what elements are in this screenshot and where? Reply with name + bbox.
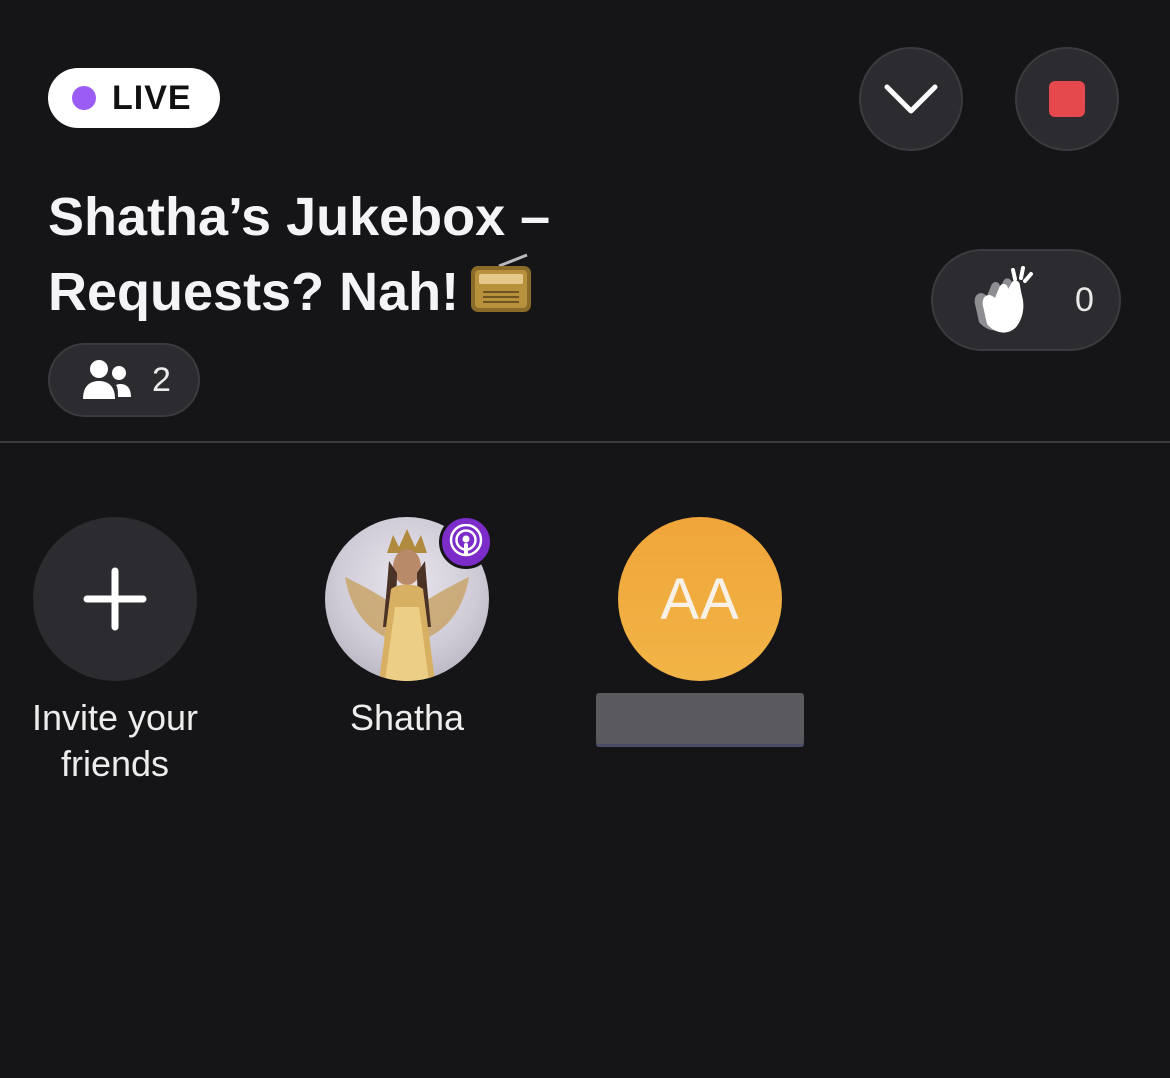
end-room-button[interactable] [1015,47,1119,151]
invite-button[interactable] [33,517,197,681]
listener-count: 2 [152,360,171,399]
plus-icon [83,567,147,631]
stop-icon [1049,81,1085,117]
live-indicator-dot [72,86,96,110]
live-room-screen: LIVE Shatha’s Jukebox – Requests? Nah! 0 [0,0,1170,1078]
room-title-line1: Shatha’s Jukebox – [48,187,551,247]
section-divider [0,441,1170,443]
collapse-button[interactable] [859,47,963,151]
live-label: LIVE [112,78,192,117]
chevron-down-icon [884,84,938,114]
radio-icon [471,253,532,312]
guest-initials: AA [660,566,740,632]
podcast-badge [439,515,493,569]
host-name: Shatha [349,697,465,738]
invite-label-line1: Invite your [31,697,199,738]
invite-label: Invite your friends [0,695,230,787]
invite-friends[interactable]: Invite your friends [0,517,230,787]
room-title-line2: Requests? Nah! [48,262,460,322]
listeners-button[interactable]: 2 [48,343,200,417]
clap-button[interactable]: 0 [931,249,1121,351]
people-icon [83,360,131,399]
guest-avatar[interactable]: AA [618,517,782,681]
clapping-hands-icon [974,266,1033,333]
participant-guest[interactable]: AA [585,517,815,747]
clap-count: 0 [1075,280,1094,319]
invite-label-line2: friends [60,743,170,784]
participant-host[interactable]: Shatha [292,515,522,741]
podcast-icon [449,524,483,557]
live-badge: LIVE [48,68,220,128]
host-avatar[interactable] [325,515,493,681]
redacted-name [596,693,804,747]
room-title: Shatha’s Jukebox – Requests? Nah! [48,182,608,327]
